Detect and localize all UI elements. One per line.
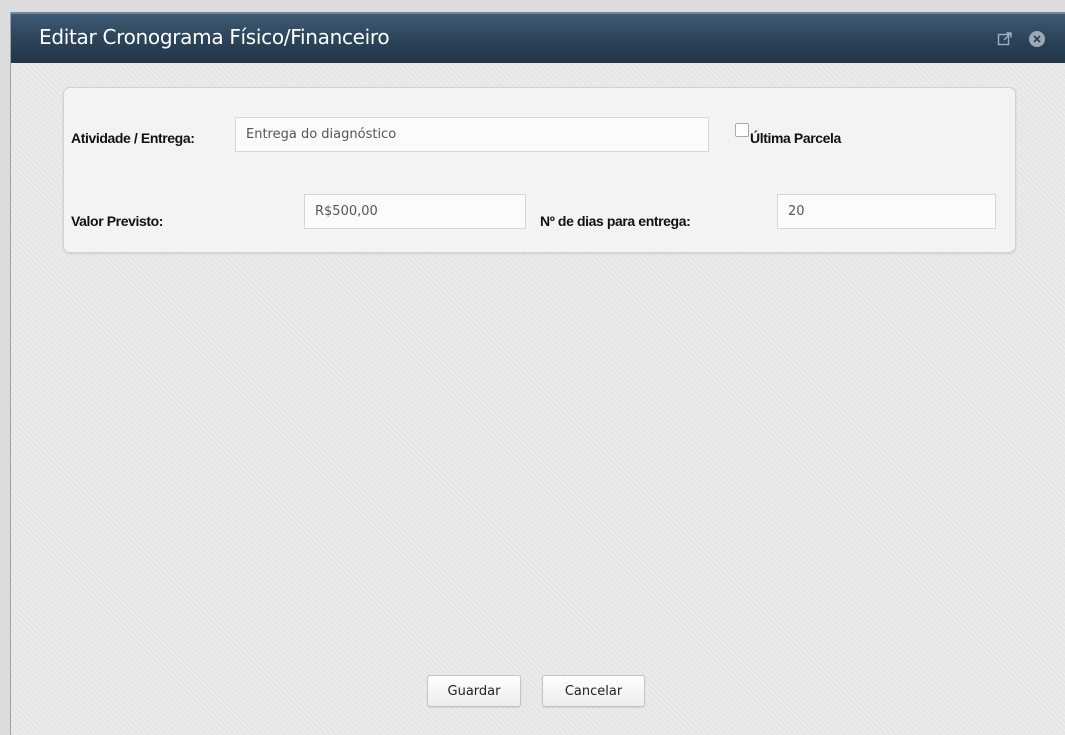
- dialog-titlebar[interactable]: Editar Cronograma Físico/Financeiro: [11, 12, 1065, 63]
- popout-icon[interactable]: [996, 30, 1014, 48]
- cancel-button[interactable]: Cancelar: [542, 675, 645, 707]
- close-icon[interactable]: [1028, 30, 1046, 48]
- atividade-input[interactable]: [235, 117, 709, 152]
- dias-entrega-label: Nº de dias para entrega:: [540, 213, 691, 229]
- valor-previsto-input[interactable]: [304, 194, 526, 229]
- dias-entrega-input[interactable]: [777, 194, 996, 229]
- form-panel: Atividade / Entrega: Última Parcela Valo…: [63, 87, 1016, 253]
- dialog-title: Editar Cronograma Físico/Financeiro: [39, 25, 390, 49]
- dialog-window: Editar Cronograma Físico/Financeiro Ativ…: [10, 12, 1065, 735]
- valor-previsto-label: Valor Previsto:: [71, 213, 164, 229]
- atividade-label: Atividade / Entrega:: [71, 130, 195, 146]
- ultima-parcela-checkbox[interactable]: [735, 123, 749, 137]
- ultima-parcela-label[interactable]: Última Parcela: [750, 130, 841, 146]
- save-button[interactable]: Guardar: [427, 675, 521, 707]
